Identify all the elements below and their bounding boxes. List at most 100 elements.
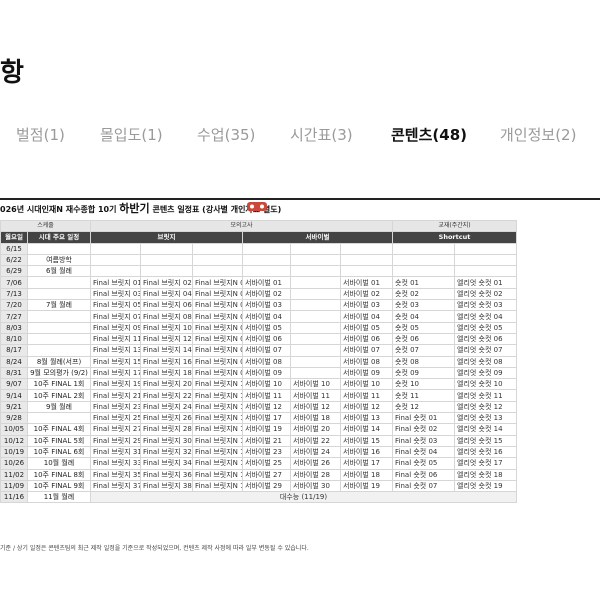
cell-c2: 엘리엇 숏컷 15 [453, 434, 518, 447]
table-row: 11/09 10주 FINAL 9회 Final 브릿지 37 Final 브릿지 3… [0, 479, 518, 493]
cell-b1 [90, 242, 141, 255]
cell-sched: 6월 월례 [27, 265, 91, 278]
cell-c1 [392, 242, 455, 255]
cell-b2: Final 브릿지 22 [140, 389, 193, 402]
tab-class[interactable]: 수업(35) [197, 124, 255, 145]
sheet-title: 026년 시대인재N 재수종합 10기 하반기 콘텐츠 일정표 (강사별 개인자… [0, 200, 281, 216]
col-header-shortcut: Shortcut [391, 231, 518, 244]
cell-c2 [453, 242, 518, 255]
cell-c1 [392, 265, 455, 278]
tab-focus[interactable]: 몰입도(1) [100, 124, 163, 145]
cell-s1: 서바이벌 23 [242, 445, 291, 459]
cell-s3: 서바이벌 08 [340, 355, 393, 368]
cell-b3: Final 브릿지N 02 [192, 287, 243, 301]
cell-date: 7/13 [0, 287, 28, 301]
group-header-mock: 모의고사 [90, 219, 393, 233]
schedule-table: 스케줄 모의고사 교재(주간지) 월요일 시대 주요 일정 브릿지 서바이벌 S… [0, 219, 518, 504]
cell-b1: Final 브릿지 29 [90, 434, 141, 447]
cell-date: 8/31 [0, 366, 28, 380]
cell-date: 8/24 [0, 355, 28, 368]
cell-s2 [290, 344, 341, 357]
cell-date: 7/06 [0, 276, 28, 289]
cell-s2: 서바이벌 18 [290, 412, 341, 425]
table-row: 11/02 10주 FINAL 8회 Final 브릿지 35 Final 브릿지 3… [0, 468, 518, 481]
cell-b1: Final 브릿지 11 [90, 332, 141, 346]
cell-s1 [242, 265, 291, 278]
cell-b3: Final 브릿지N 19 [192, 479, 243, 493]
cell-b2: Final 브릿지 06 [140, 299, 193, 312]
cell-s1: 서바이벌 27 [242, 468, 291, 481]
cell-s1: 서바이벌 01 [242, 276, 291, 289]
cell-c2: 엘리엇 숏컷 03 [453, 299, 518, 312]
page-header-title: 항 [0, 58, 24, 88]
cell-c1: 숏컷 01 [392, 276, 455, 289]
cell-sched [27, 242, 91, 255]
cell-s3: 서바이벌 01 [340, 276, 393, 289]
cell-s2: 서바이벌 22 [290, 434, 341, 447]
cell-date: 10/12 [0, 434, 28, 447]
cell-b2: Final 브릿지 10 [140, 321, 193, 334]
tab-personal-info[interactable]: 개인정보(2) [500, 124, 576, 145]
table-row: 10/05 10주 FINAL 4회 Final 브릿지 27 Final 브릿지 2… [0, 423, 518, 436]
cell-s3: 서바이벌 05 [340, 321, 393, 334]
cell-s1: 서바이벌 03 [242, 299, 291, 312]
cell-b1: Final 브릿지 07 [90, 310, 141, 323]
cell-sched: 9월 월례 [27, 400, 91, 414]
cell-sched: 10주 FINAL 9회 [27, 479, 91, 493]
cell-b2: Final 브릿지 24 [140, 400, 193, 414]
table-row: 8/17 Final 브릿지 13Final 브릿지 14Final 브릿지N 0… [0, 344, 518, 357]
cell-b1: Final 브릿지 23 [90, 400, 141, 414]
cell-b2: Final 브릿지 16 [140, 355, 193, 368]
col-header-main: 시대 주요 일정 [27, 231, 91, 244]
cell-b1: Final 브릿지 35 [90, 468, 141, 481]
cell-date: 7/27 [0, 310, 28, 323]
cell-s1: 서바이벌 10 [242, 378, 291, 391]
cell-c2: 엘리엇 숏컷 05 [453, 321, 518, 334]
cell-s3: 서바이벌 09 [340, 366, 393, 380]
cell-s3: 서바이벌 16 [340, 445, 393, 459]
cell-b2 [140, 253, 193, 267]
col-header-month: 월요일 [0, 231, 28, 244]
cell-sched: 10주 FINAL 5회 [27, 434, 91, 447]
cell-s3: 서바이벌 11 [340, 389, 393, 402]
cell-c2: 엘리엇 숏컷 01 [453, 276, 518, 289]
cell-sched: 10주 FINAL 1회 [27, 378, 91, 391]
cell-s2: 서바이벌 11 [290, 389, 341, 402]
tab-penalty[interactable]: 벌점(1) [16, 124, 65, 145]
cell-c1: Final 숏컷 07 [392, 479, 455, 493]
cell-s1: 서바이벌 04 [242, 310, 291, 323]
cell-s1: 서바이벌 09 [242, 366, 291, 380]
table-row: 8/24 8월 월례(서프) Final 브릿지 15 Final 브릿지 16 Fin… [0, 355, 518, 368]
cell-date: 11/09 [0, 479, 28, 493]
cell-b1: Final 브릿지 33 [90, 457, 141, 470]
cell-b1: Final 브릿지 25 [90, 412, 141, 425]
cell-sched: 9월 모의평가 (9/2) [27, 366, 91, 380]
table-row: 8/31 9월 모의평가 (9/2) Final 브릿지 17 Final 브릿지 1… [0, 366, 518, 380]
tab-timetable[interactable]: 시간표(3) [290, 124, 353, 145]
cell-c1: 숏컷 03 [392, 299, 455, 312]
cell-c2: 엘리엇 숏컷 08 [453, 355, 518, 368]
cell-b3: Final 브릿지N 08 [192, 355, 243, 368]
tab-contents[interactable]: 콘텐츠(48) [391, 124, 467, 145]
cell-c2 [453, 253, 518, 267]
cell-c1: 숏컷 08 [392, 355, 455, 368]
cell-b2: Final 브릿지 38 [140, 479, 193, 493]
cell-sched: 10주 FINAL 6회 [27, 445, 91, 459]
cell-b3: Final 브릿지N 12 [192, 400, 243, 414]
cell-s2: 서바이벌 24 [290, 445, 341, 459]
cell-date: 6/29 [0, 265, 28, 278]
cell-date: 7/20 [0, 299, 28, 312]
cell-c2: 엘리엇 숏컷 16 [453, 445, 518, 459]
cell-b2: Final 브릿지 34 [140, 457, 193, 470]
cell-b1 [90, 253, 141, 267]
table-row: 7/06 Final 브릿지 01Final 브릿지 02Final 브릿지N 0… [0, 276, 518, 289]
cell-s3: 서바이벌 07 [340, 344, 393, 357]
schedule-image: 026년 시대인재N 재수종합 10기 하반기 콘텐츠 일정표 (강사별 개인자… [0, 200, 600, 600]
table-row: 7/20 7월 월례 Final 브릿지 05 Final 브릿지 06 Final 브… [0, 299, 518, 312]
cell-date: 10/26 [0, 457, 28, 470]
cell-c2: 엘리엇 숏컷 02 [453, 287, 518, 301]
cell-sched [27, 332, 91, 346]
table-row: 6/22 여름방학 [0, 253, 518, 267]
cell-c2: 엘리엇 숏컷 12 [453, 400, 518, 414]
schedule-rows: 6/15 6/22 여름방학 6/29 6월 월례 7/06 Final 브릿지 01 Fin… [0, 242, 518, 493]
